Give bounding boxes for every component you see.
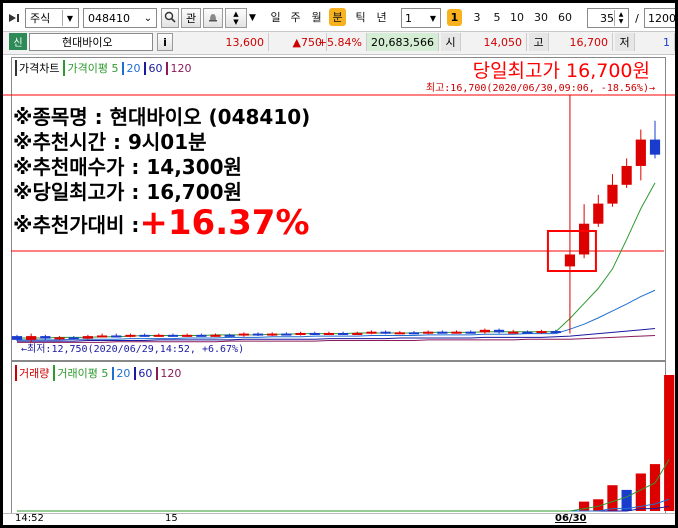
market-value: 주식 [30, 12, 51, 25]
interval-1-button[interactable]: 1 [447, 9, 462, 26]
price-legend-item-1[interactable]: 가격이평 5 [63, 60, 118, 76]
price-legend: 가격차트 가격이평 5 20 60 120 [15, 60, 191, 76]
interval-button-30[interactable]: 30 [531, 8, 551, 26]
overlay-return-label: ※추천가대비 : [13, 212, 140, 237]
code-value: 048410 [88, 11, 130, 25]
change-percent: +5.84% [318, 33, 367, 51]
period-tab-5[interactable]: 년 [373, 8, 390, 26]
count-value: 35 [600, 11, 614, 25]
high-label: 고 [529, 33, 549, 51]
period-tab-3[interactable]: 분 [329, 8, 346, 26]
interval-button-3[interactable]: 3 [467, 8, 487, 26]
info-icon: i [163, 35, 167, 49]
volume-legend-item-1[interactable]: 거래이평 5 [53, 365, 108, 381]
lookup-label: 관 [185, 12, 197, 25]
arrow-down-icon: ▼ [233, 18, 239, 26]
search-button[interactable] [161, 8, 179, 28]
period-tab-2[interactable]: 월 [308, 8, 325, 26]
arrow-up-icon: ▲ [233, 10, 239, 18]
chart-window: 주식 ▼ 048410 ⌄ 관 ▲ ▼ ▼ 1 ▼ 1 35 ▲ ▼ / 1200 신 현대… [3, 3, 675, 525]
volume-legend-item-0[interactable]: 거래량 [15, 365, 49, 381]
current-price: 13,600 [177, 33, 269, 51]
stock-name-field[interactable]: 현대바이오 [29, 33, 153, 51]
price-legend-item-4[interactable]: 120 [166, 61, 191, 75]
bell-button[interactable] [203, 8, 223, 28]
overlay-return-value: +16.37% [139, 203, 310, 243]
dock-arrow-icon[interactable] [7, 8, 23, 28]
open-label: 시 [441, 33, 461, 51]
count-stepper-icon: ▲ ▼ [614, 10, 627, 26]
overlay-line-day-high: ※당일최고가 : 16,700원 [13, 180, 242, 204]
interval-select[interactable]: 1 ▼ [401, 8, 441, 28]
period-tab-4[interactable]: 틱 [352, 8, 369, 26]
volume-legend-item-3[interactable]: 60 [134, 366, 152, 380]
price-legend-item-3[interactable]: 60 [144, 61, 162, 75]
max-count-value: 1200 [648, 11, 675, 25]
interval-button-5[interactable]: 5 [487, 8, 507, 26]
credit-tag: 신 [9, 33, 27, 50]
overlay-line-return: ※추천가대비 : +16.37% [13, 203, 310, 243]
bell-icon [207, 11, 219, 26]
low-price: 1 [635, 33, 675, 51]
chevron-down-icon[interactable]: ▼ [249, 8, 259, 28]
xaxis-label-start: 14:52 [15, 513, 44, 524]
interval-button-10[interactable]: 10 [507, 8, 527, 26]
slash-separator: / [635, 11, 639, 25]
info-button[interactable]: i [157, 33, 173, 51]
chevron-down-icon: ⌄ [143, 12, 153, 24]
price-legend-item-2[interactable]: 20 [122, 61, 140, 75]
lookup-button[interactable]: 관 [181, 8, 201, 28]
count-input[interactable]: 35 ▲ ▼ [587, 8, 629, 28]
market-select[interactable]: 주식 ▼ [25, 8, 79, 28]
interval-badge-label: 1 [450, 11, 459, 24]
volume-legend: 거래량 거래이평 5 20 60 120 [15, 365, 181, 381]
low-label: 저 [615, 33, 635, 51]
code-input[interactable]: 048410 ⌄ [83, 8, 157, 28]
search-icon [164, 11, 176, 26]
volume-chart-panel[interactable] [11, 361, 666, 515]
trade-volume: 20,683,566 [367, 33, 439, 51]
open-price: 14,050 [461, 33, 527, 51]
xaxis-label-mid: 15 [165, 513, 178, 524]
period-tab-1[interactable]: 주 [287, 8, 304, 26]
interval-button-60[interactable]: 60 [555, 8, 575, 26]
high-marker-label: 최고:16,700(2020/06/30,09:06, -18.56%)→ [425, 83, 655, 94]
period-tab-0[interactable]: 일 [267, 8, 284, 26]
high-price: 16,700 [549, 33, 613, 51]
stock-name: 현대바이오 [62, 36, 113, 49]
xaxis-label-date: 06/30 [555, 513, 587, 524]
interval-value: 1 [405, 11, 412, 25]
chevron-down-icon: ▼ [429, 13, 437, 23]
max-count-input[interactable]: 1200 [644, 8, 675, 28]
price-legend-item-0[interactable]: 가격차트 [15, 60, 59, 76]
volume-legend-item-2[interactable]: 20 [112, 366, 130, 380]
volume-legend-item-4[interactable]: 120 [156, 366, 181, 380]
chevron-down-icon: ▼ [62, 10, 77, 26]
stepper-button[interactable]: ▲ ▼ [225, 8, 247, 28]
